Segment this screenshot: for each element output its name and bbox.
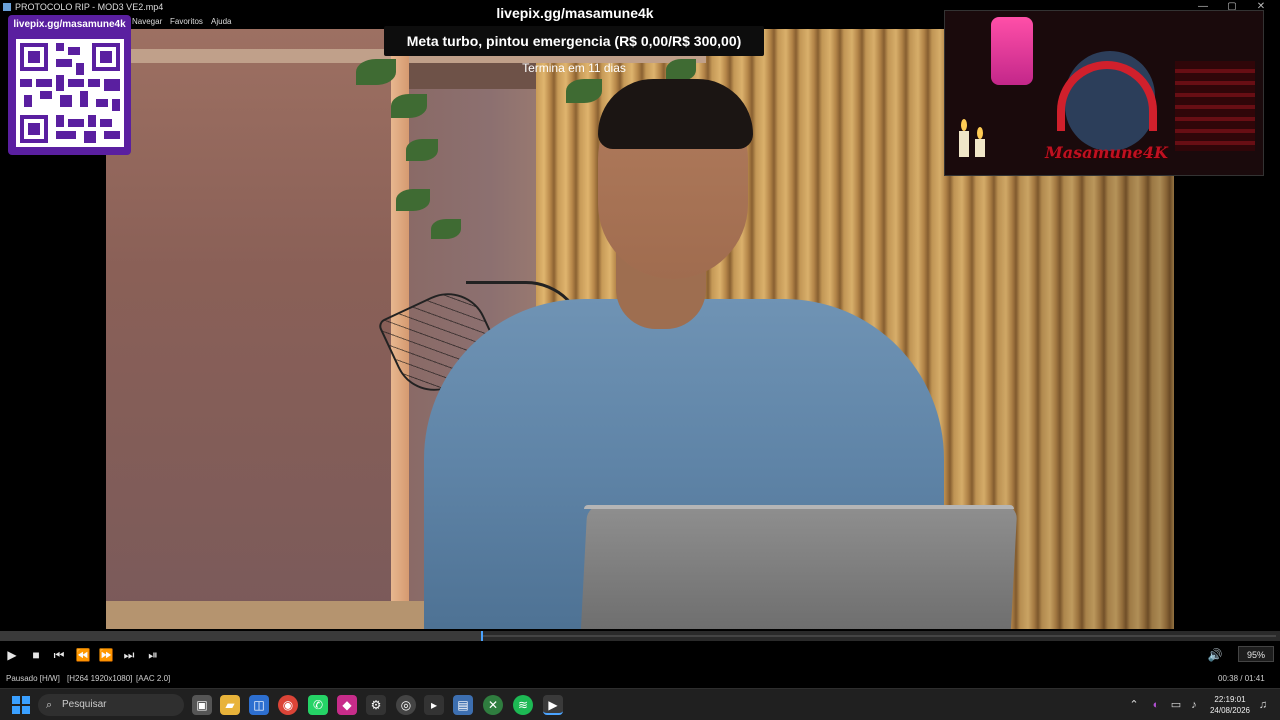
windows-taskbar: ⌕ Pesquisar ▣ ▰ ◫ ◉ ✆ ◆ ⚙ ◎ ▸ ▤ ✕ ≋ ▶ ⌃ …	[0, 688, 1280, 720]
tray-chevron-icon[interactable]: ⌃	[1126, 695, 1142, 715]
search-icon: ⌕	[46, 699, 53, 711]
clock-time: 22:19:01	[1214, 695, 1246, 704]
taskbar-search[interactable]: ⌕ Pesquisar	[38, 694, 184, 716]
clock-date: 24/08/2026	[1209, 706, 1251, 715]
plant-leaf	[356, 59, 396, 85]
webcam-logo: Masamune4K	[1045, 143, 1168, 162]
store-icon[interactable]: ◫	[249, 695, 269, 715]
windows-start-button[interactable]	[12, 696, 30, 714]
qr-code-label: livepix.gg/masamune4k	[13, 19, 126, 30]
status-bar: Pausado [H/W] [H264 1920x1080] [AAC 2.0]…	[0, 669, 1280, 688]
donation-goal-deadline: Termina em 11 dias	[522, 61, 626, 75]
frame-step-button[interactable]: ⏯	[144, 646, 162, 664]
time-readout: 00:38 / 01:41	[1218, 674, 1265, 683]
menu-favoritos[interactable]: Favoritos	[170, 14, 203, 29]
livepix-url-banner: livepix.gg/masamune4k	[496, 5, 654, 21]
menu-ajuda[interactable]: Ajuda	[211, 14, 231, 29]
streamer-webcam: Masamune4K	[944, 10, 1264, 176]
menu-navegar[interactable]: Navegar	[132, 14, 162, 29]
rewind-button[interactable]: ⏪	[74, 646, 92, 664]
obs-icon[interactable]: ◎	[396, 695, 416, 715]
tray-volume-icon[interactable]: ♪	[1186, 695, 1202, 715]
settings-icon[interactable]: ⚙	[366, 695, 386, 715]
terminal-icon[interactable]: ▸	[424, 695, 444, 715]
network-icon[interactable]: ▭	[1168, 695, 1184, 715]
qr-code-card: livepix.gg/masamune4k	[8, 15, 131, 155]
notification-bell-icon[interactable]: ♫	[1256, 695, 1270, 715]
next-button[interactable]: ⏭	[120, 646, 138, 664]
task-view-icon[interactable]: ▣	[192, 695, 212, 715]
playback-controls: ▶ ■ ⏮ ⏪ ⏩ ⏭ ⏯ 🔊 95%	[0, 641, 1280, 669]
qr-code-icon	[16, 39, 124, 147]
search-placeholder: Pesquisar	[62, 699, 107, 710]
play-button[interactable]: ▶	[4, 646, 20, 664]
qr-code	[16, 39, 124, 147]
laptop	[580, 505, 1018, 629]
window-app-icon[interactable]: ▤	[453, 695, 473, 715]
xbox-icon[interactable]: ✕	[483, 695, 503, 715]
volume-icon[interactable]: 🔊	[1206, 646, 1224, 664]
chrome-icon[interactable]: ◉	[278, 695, 298, 715]
media-player-icon[interactable]: ▶	[543, 695, 563, 715]
previous-button[interactable]: ⏮	[50, 646, 68, 664]
whatsapp-icon[interactable]: ✆	[308, 695, 328, 715]
player-app-icon	[3, 3, 11, 11]
forward-button[interactable]: ⏩	[97, 646, 115, 664]
file-explorer-icon[interactable]: ▰	[220, 695, 240, 715]
window-title: PROTOCOLO RIP - MOD3 VE2.mp4	[15, 2, 164, 12]
candle	[959, 131, 969, 157]
video-background-wall	[106, 29, 406, 629]
seek-progress	[0, 631, 482, 641]
playback-state: Pausado [H/W]	[6, 674, 60, 683]
stop-button[interactable]: ■	[28, 646, 44, 664]
app-icon-pink[interactable]: ◆	[337, 695, 357, 715]
spotify-icon[interactable]: ≋	[513, 695, 533, 715]
donation-goal-box: Meta turbo, pintou emergencia (R$ 0,00/R…	[384, 26, 764, 56]
microphone	[991, 17, 1033, 85]
seek-handle[interactable]	[481, 631, 484, 641]
seek-bar[interactable]	[0, 631, 1280, 641]
tray-app-icon[interactable]: ◐	[1148, 695, 1164, 715]
video-codec-info: [H264 1920x1080]	[67, 674, 133, 683]
volume-level[interactable]: 95%	[1238, 646, 1274, 662]
audio-codec-info: [AAC 2.0]	[136, 674, 171, 683]
taskbar-clock[interactable]: 22:19:01 24/08/2026	[1204, 694, 1256, 716]
